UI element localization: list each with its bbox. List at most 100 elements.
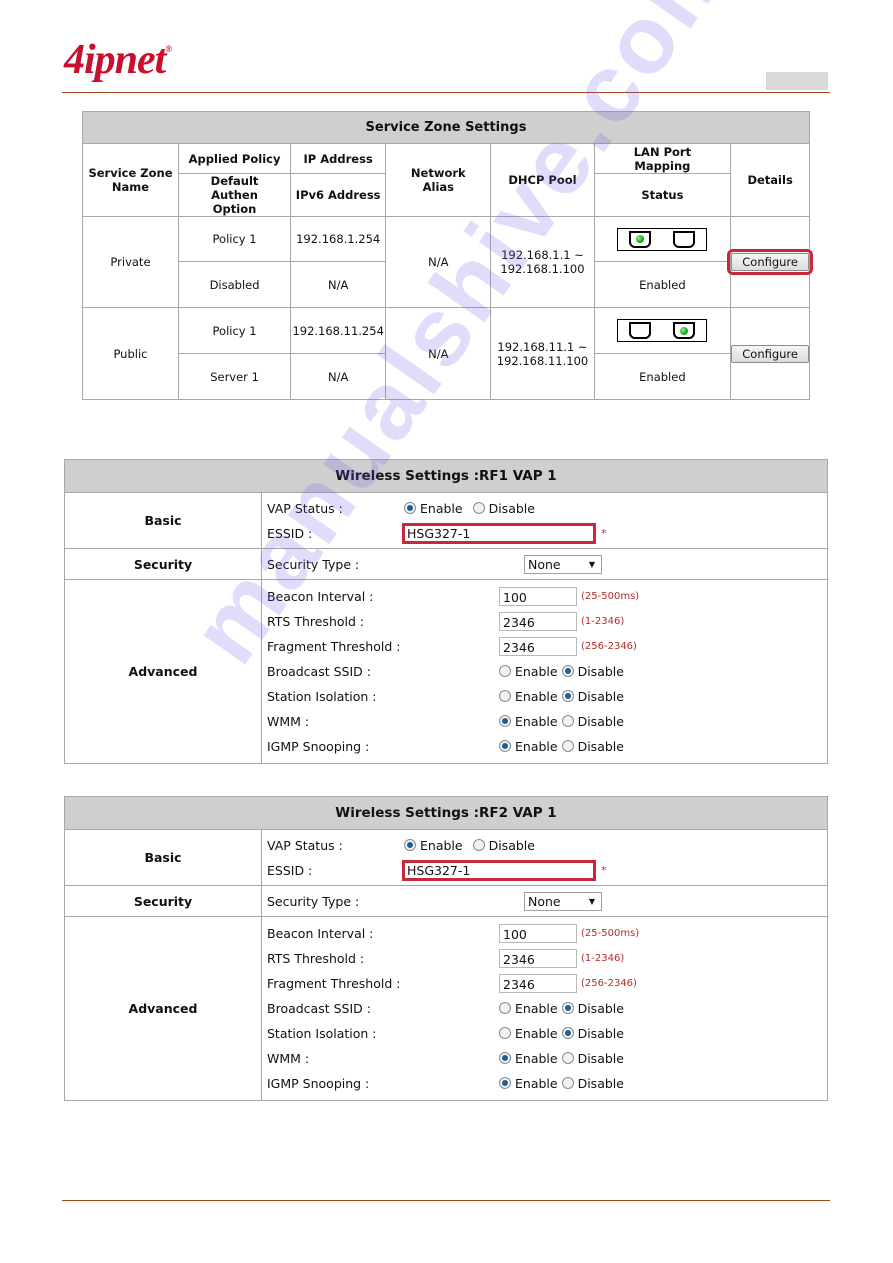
details: Configure xyxy=(727,216,813,308)
fragment-threshold-row: Fragment Threshold : 2346 (256-2346) xyxy=(267,634,827,659)
radio-unselected-icon xyxy=(472,501,485,514)
ip-address: 192.168.11.254 xyxy=(290,307,387,354)
broadcast-ssid-disable-radio[interactable]: Disable xyxy=(561,1001,624,1016)
station-isolation-enable-radio[interactable]: Enable xyxy=(499,689,558,704)
radio-unselected-icon xyxy=(499,1027,511,1039)
rts-threshold-input[interactable]: 2346 xyxy=(499,612,577,631)
option-label: Disable xyxy=(577,1001,624,1016)
essid-label: ESSID : xyxy=(267,862,313,878)
broadcast-ssid-row: Broadcast SSID : Enable Disable xyxy=(267,659,827,684)
igmp-snooping-disable-radio[interactable]: Disable xyxy=(561,1076,624,1091)
station-isolation-row: Station Isolation : Enable Disable xyxy=(267,1021,827,1046)
wmm-row: WMM : Enable Disable xyxy=(267,1046,827,1071)
status: Enabled xyxy=(593,261,732,308)
wmm-disable-radio[interactable]: Disable xyxy=(561,1051,624,1066)
option-label: Enable xyxy=(515,689,558,704)
fragment-threshold-input[interactable]: 2346 xyxy=(499,637,577,656)
wmm-enable-radio[interactable]: Enable xyxy=(499,1051,558,1066)
fragment-threshold-row: Fragment Threshold : 2346 (256-2346) xyxy=(267,971,827,996)
wmm-enable-radio[interactable]: Enable xyxy=(499,714,558,729)
rts-threshold-input[interactable]: 2346 xyxy=(499,949,577,968)
essid-row: ESSID : HSG327-1 * xyxy=(267,521,827,546)
essid-input[interactable]: HSG327-1 xyxy=(402,859,596,881)
station-isolation-disable-radio[interactable]: Disable xyxy=(561,689,624,704)
radio-selected-icon xyxy=(499,740,511,752)
beacon-interval-input[interactable]: 100 xyxy=(499,924,577,943)
station-isolation-disable-radio[interactable]: Disable xyxy=(561,1026,624,1041)
configure-button-public[interactable]: Configure xyxy=(731,344,809,363)
station-isolation-label: Station Isolation : xyxy=(267,1026,377,1041)
igmp-snooping-row: IGMP Snooping : Enable Disable xyxy=(267,1071,827,1096)
radio-unselected-icon xyxy=(499,1002,511,1014)
network-alias: N/A xyxy=(385,307,492,400)
fragment-threshold-label: Fragment Threshold : xyxy=(267,639,401,654)
beacon-interval-label: Beacon Interval : xyxy=(267,926,374,941)
vap-status-enable-radio[interactable]: Enable xyxy=(404,501,463,516)
radio-selected-icon xyxy=(561,690,574,702)
broadcast-ssid-enable-radio[interactable]: Enable xyxy=(499,1001,558,1016)
status: Enabled xyxy=(593,353,732,400)
section-advanced: Advanced xyxy=(64,916,262,1101)
advanced-fields: Beacon Interval : 100 (25-500ms) RTS Thres… xyxy=(261,916,828,1101)
brand-logo: 4ipnet® xyxy=(64,36,172,84)
dhcp-pool-start: 192.168.1.1 ~ xyxy=(501,248,584,262)
footer-divider xyxy=(62,1200,830,1201)
broadcast-ssid-enable-radio[interactable]: Enable xyxy=(499,664,558,679)
wireless-settings-title: Wireless Settings :RF1 VAP 1 xyxy=(64,459,828,493)
vap-status-label: VAP Status : xyxy=(267,837,343,853)
option-label: Disable xyxy=(577,1076,624,1091)
broadcast-ssid-disable-radio[interactable]: Disable xyxy=(561,664,624,679)
option-label: Enable xyxy=(515,664,558,679)
beacon-interval-range: (25-500ms) xyxy=(581,928,640,939)
col-ip-address: IP Address xyxy=(290,143,387,174)
radio-unselected-icon xyxy=(561,715,574,727)
beacon-interval-range: (25-500ms) xyxy=(581,591,640,602)
zone-name: Public xyxy=(82,307,179,400)
configure-button-private[interactable]: Configure xyxy=(727,249,813,275)
col-network-alias: Network Alias xyxy=(385,143,492,217)
section-security: Security xyxy=(64,885,262,917)
station-isolation-enable-radio[interactable]: Enable xyxy=(499,1026,558,1041)
wmm-label: WMM : xyxy=(267,714,310,729)
dhcp-pool: 192.168.11.1 ~192.168.11.100 xyxy=(490,307,595,400)
beacon-interval-input[interactable]: 100 xyxy=(499,587,577,606)
igmp-snooping-enable-radio[interactable]: Enable xyxy=(499,739,558,754)
rts-threshold-range: (1-2346) xyxy=(581,616,625,627)
rts-threshold-range: (1-2346) xyxy=(581,953,625,964)
igmp-snooping-disable-radio[interactable]: Disable xyxy=(561,739,624,754)
vap-status-disable-radio[interactable]: Disable xyxy=(472,837,535,853)
vap-status-disable-radio[interactable]: Disable xyxy=(472,501,535,516)
option-label: Disable xyxy=(577,1051,624,1066)
fragment-threshold-input[interactable]: 2346 xyxy=(499,974,577,993)
essid-input[interactable]: HSG327-1 xyxy=(402,522,596,544)
dropdown-arrow-icon: ▼ xyxy=(588,559,595,569)
col-status: Status xyxy=(593,173,732,217)
rts-threshold-label: RTS Threshold : xyxy=(267,614,365,629)
section-basic: Basic xyxy=(64,829,262,886)
ipv6-address: N/A xyxy=(290,261,387,308)
igmp-snooping-enable-radio[interactable]: Enable xyxy=(499,1076,558,1091)
wmm-row: WMM : Enable Disable xyxy=(267,709,827,734)
igmp-snooping-label: IGMP Snooping : xyxy=(267,1076,370,1091)
radio-unselected-icon xyxy=(561,1077,574,1089)
applied-policy: Policy 1 xyxy=(177,216,292,262)
security-type-select[interactable]: None ▼ xyxy=(524,891,602,911)
required-mark: * xyxy=(601,526,607,540)
details: Configure xyxy=(730,307,810,400)
dropdown-arrow-icon: ▼ xyxy=(588,896,595,906)
option-label: Enable xyxy=(515,1026,558,1041)
col-applied-policy: Applied Policy xyxy=(177,143,292,174)
wmm-disable-radio[interactable]: Disable xyxy=(561,714,624,729)
broadcast-ssid-label: Broadcast SSID : xyxy=(267,1001,371,1016)
lan-port-panel xyxy=(617,319,708,342)
option-label: Enable xyxy=(515,1076,558,1091)
vap-status-enable-radio[interactable]: Enable xyxy=(404,838,463,853)
lan-port-2-icon xyxy=(673,230,696,248)
header-tab xyxy=(766,72,828,90)
security-type-select[interactable]: None ▼ xyxy=(524,554,602,574)
option-label: Disable xyxy=(488,837,535,853)
broadcast-ssid-label: Broadcast SSID : xyxy=(267,664,371,679)
col-default-authen: Default Authen Option xyxy=(177,173,292,217)
radio-unselected-icon xyxy=(499,665,511,677)
dhcp-pool-start: 192.168.11.1 ~ xyxy=(497,339,588,354)
